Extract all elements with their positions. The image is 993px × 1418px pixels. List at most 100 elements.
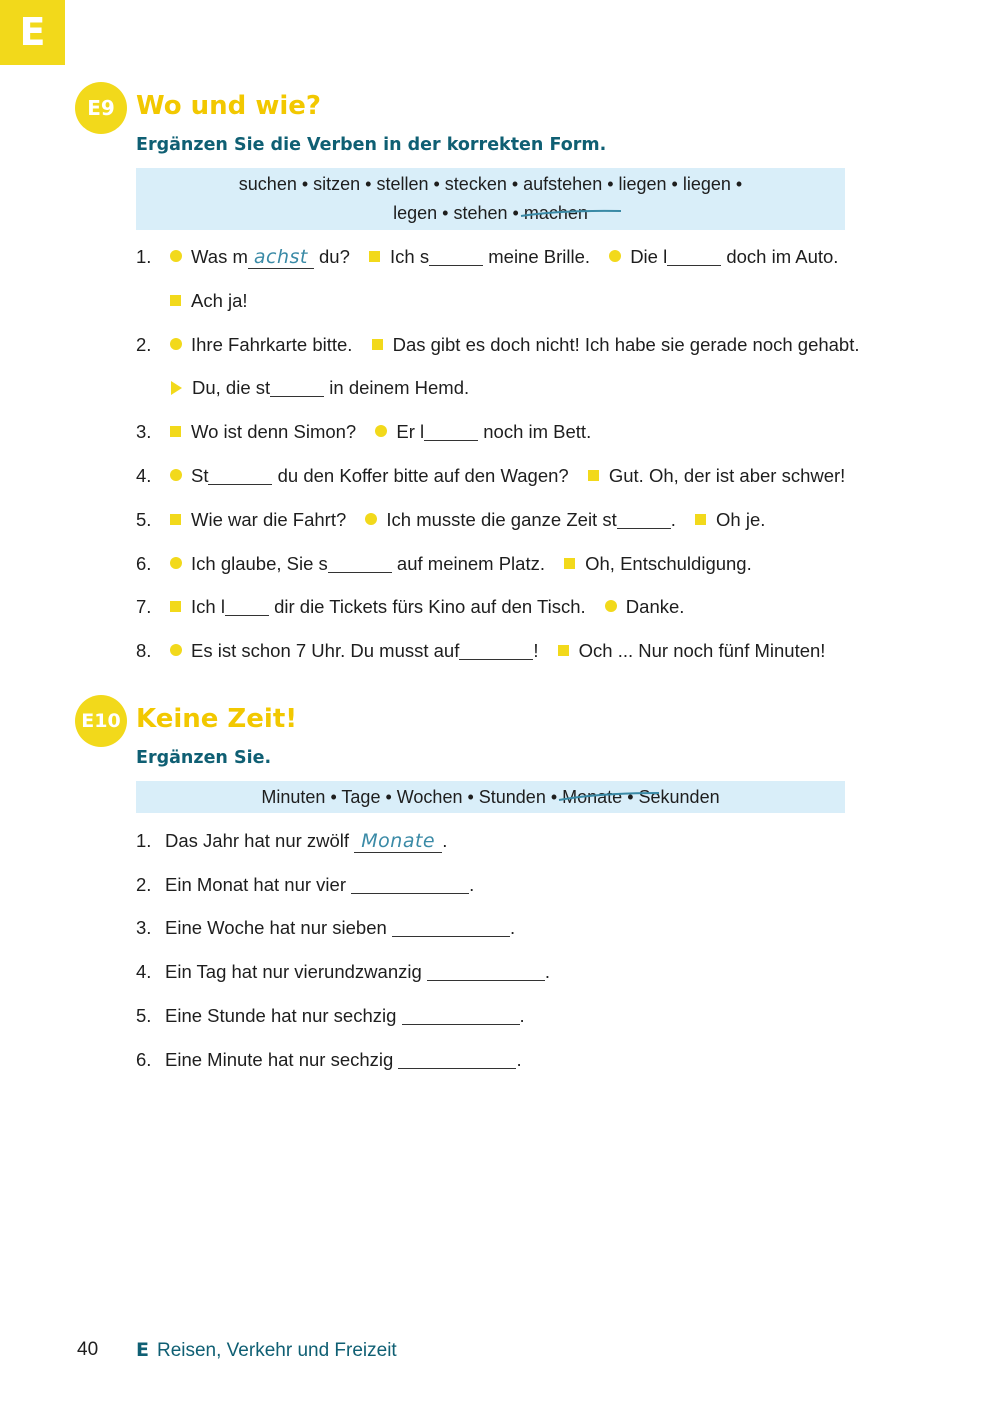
item-text: Eine Woche hat nur sieben bbox=[165, 917, 387, 938]
answer-blank[interactable] bbox=[398, 1048, 517, 1069]
item-text: ! bbox=[533, 640, 539, 661]
item-text: doch im Auto. bbox=[721, 246, 839, 267]
exercise-badge-e9: E9 bbox=[75, 82, 127, 134]
item-text: auf meinem Platz. bbox=[391, 553, 545, 574]
e10-item-1: 1. Das Jahr hat nur zwölf Monate. bbox=[136, 829, 447, 853]
speaker-a-dot bbox=[365, 513, 378, 526]
item-text: Wo ist denn Simon? bbox=[191, 421, 357, 442]
speaker-b-square bbox=[564, 557, 576, 569]
e10-item-2: 2. Ein Monat hat nur vier . bbox=[136, 873, 474, 897]
item-number: 3. bbox=[136, 917, 152, 938]
item-number: 3. bbox=[136, 421, 152, 442]
item-number: 2. bbox=[136, 334, 152, 355]
speaker-a-dot bbox=[375, 425, 388, 438]
item-text: Ein Monat hat nur vier bbox=[165, 874, 346, 895]
answer-blank[interactable] bbox=[224, 595, 269, 616]
answer-blank[interactable] bbox=[270, 376, 325, 397]
item-text: . bbox=[516, 1049, 522, 1070]
speaker-a-dot bbox=[609, 250, 622, 263]
item-text: Ich glaube, Sie s bbox=[191, 553, 328, 574]
item-number: 1. bbox=[136, 246, 152, 267]
word-box-line-2: legen • stehen • machen bbox=[136, 199, 845, 228]
item-text: Oh je. bbox=[716, 509, 766, 530]
strike-stroke bbox=[520, 209, 621, 217]
item-text: Eine Stunde hat nur sechzig bbox=[165, 1005, 397, 1026]
answer-blank[interactable] bbox=[401, 1004, 520, 1025]
item-text: Die l bbox=[630, 246, 668, 267]
item-text: du? bbox=[313, 246, 350, 267]
chapter-tab: E bbox=[0, 0, 65, 65]
answer-blank[interactable] bbox=[459, 639, 534, 660]
strike-stroke bbox=[558, 792, 660, 801]
item-text: Ich s bbox=[390, 246, 430, 267]
item-number: 8. bbox=[136, 640, 152, 661]
e9-item-8: 8. Es ist schon 7 Uhr. Du musst auf! Och … bbox=[136, 639, 825, 663]
item-text: Es ist schon 7 Uhr. Du musst auf bbox=[191, 640, 460, 661]
item-text: Er l bbox=[396, 421, 425, 442]
word-box-line-1: suchen • sitzen • stellen • stecken • au… bbox=[238, 174, 743, 194]
speaker-a-dot bbox=[170, 469, 182, 482]
e10-item-3: 3. Eine Woche hat nur sieben . bbox=[136, 916, 515, 940]
item-text: Ich musste die ganze Zeit st bbox=[386, 509, 617, 530]
item-text: meine Brille. bbox=[483, 246, 591, 267]
answer-blank[interactable] bbox=[351, 873, 470, 894]
word-box-words: legen • stehen • bbox=[393, 203, 519, 223]
answer-blank[interactable] bbox=[391, 916, 510, 937]
e9-item-2-cont: Du, die st in deinem Hemd. bbox=[165, 376, 469, 400]
item-text: Das Jahr hat nur zwölf bbox=[165, 830, 350, 851]
speaker-b-square bbox=[369, 250, 381, 262]
speaker-b-square bbox=[557, 644, 569, 656]
item-number: 1. bbox=[136, 830, 152, 851]
answer-blank-filled[interactable]: Monate bbox=[354, 830, 443, 853]
item-number: 6. bbox=[136, 553, 152, 574]
answer-blank-filled[interactable]: achst bbox=[247, 246, 314, 269]
item-text: Eine Minute hat nur sechzig bbox=[165, 1049, 394, 1070]
item-text: Du, die st bbox=[192, 377, 271, 398]
struck-word: machen bbox=[520, 199, 621, 228]
item-text: Ein Tag hat nur vierundzwanzig bbox=[165, 961, 422, 982]
item-text: St bbox=[191, 465, 209, 486]
item-text: noch im Bett. bbox=[478, 421, 592, 442]
e9-item-1-cont: Ach ja! bbox=[165, 289, 248, 313]
item-number: 4. bbox=[136, 961, 152, 982]
item-text: dir die Tickets fürs Kino auf den Tisch. bbox=[268, 596, 586, 617]
section-title: Reisen, Verkehr und Freizeit bbox=[156, 1340, 397, 1361]
section-letter: E bbox=[136, 1339, 149, 1361]
answer-blank[interactable] bbox=[424, 420, 479, 441]
e9-item-3: 3. Wo ist denn Simon? Er l noch im Bett. bbox=[136, 420, 591, 444]
section-footer: E Reisen, Verkehr und Freizeit bbox=[136, 1339, 397, 1362]
speaker-b-square bbox=[170, 513, 181, 525]
item-number: 4. bbox=[136, 465, 152, 486]
answer-blank[interactable] bbox=[208, 464, 273, 485]
speaker-c-triangle bbox=[171, 381, 182, 396]
exercise-title-e10: Keine Zeit! bbox=[136, 704, 298, 734]
speaker-b-square bbox=[587, 469, 599, 481]
e9-item-2: 2. Ihre Fahrkarte bitte. Das gibt es doch… bbox=[136, 333, 860, 357]
answer-blank[interactable] bbox=[426, 960, 545, 981]
exercise-badge-e10: E10 bbox=[75, 695, 127, 747]
answer-blank[interactable] bbox=[327, 552, 392, 573]
item-text: . bbox=[442, 830, 448, 851]
item-text: . bbox=[509, 917, 516, 938]
speaker-b-square bbox=[170, 425, 181, 437]
speaker-a-dot bbox=[170, 557, 182, 570]
e9-item-4: 4. St du den Koffer bitte auf den Wagen? … bbox=[136, 464, 845, 488]
item-number: 5. bbox=[136, 1005, 152, 1026]
answer-blank[interactable] bbox=[429, 245, 484, 266]
item-number: 5. bbox=[136, 509, 152, 530]
answer-blank[interactable] bbox=[616, 508, 671, 529]
e9-item-5: 5. Wie war die Fahrt? Ich musste die ganz… bbox=[136, 508, 765, 532]
item-number: 7. bbox=[136, 596, 152, 617]
word-box-line: Minuten • Tage • Wochen • Stunden • Mona… bbox=[136, 781, 845, 813]
exercise-title-e9: Wo und wie? bbox=[136, 91, 321, 121]
item-text: . bbox=[519, 1005, 525, 1026]
struck-word: Monate bbox=[558, 781, 660, 813]
e9-item-7: 7. Ich l dir die Tickets fürs Kino auf de… bbox=[136, 595, 684, 619]
item-number: 2. bbox=[136, 874, 152, 895]
item-text: Ihre Fahrkarte bitte. bbox=[191, 334, 353, 355]
word-box-e9: suchen • sitzen • stellen • stecken • au… bbox=[136, 168, 845, 230]
word-box-e10: Minuten • Tage • Wochen • Stunden • Mona… bbox=[136, 781, 845, 813]
item-number: 6. bbox=[136, 1049, 152, 1070]
answer-blank[interactable] bbox=[667, 245, 722, 266]
speaker-a-dot bbox=[170, 250, 182, 263]
